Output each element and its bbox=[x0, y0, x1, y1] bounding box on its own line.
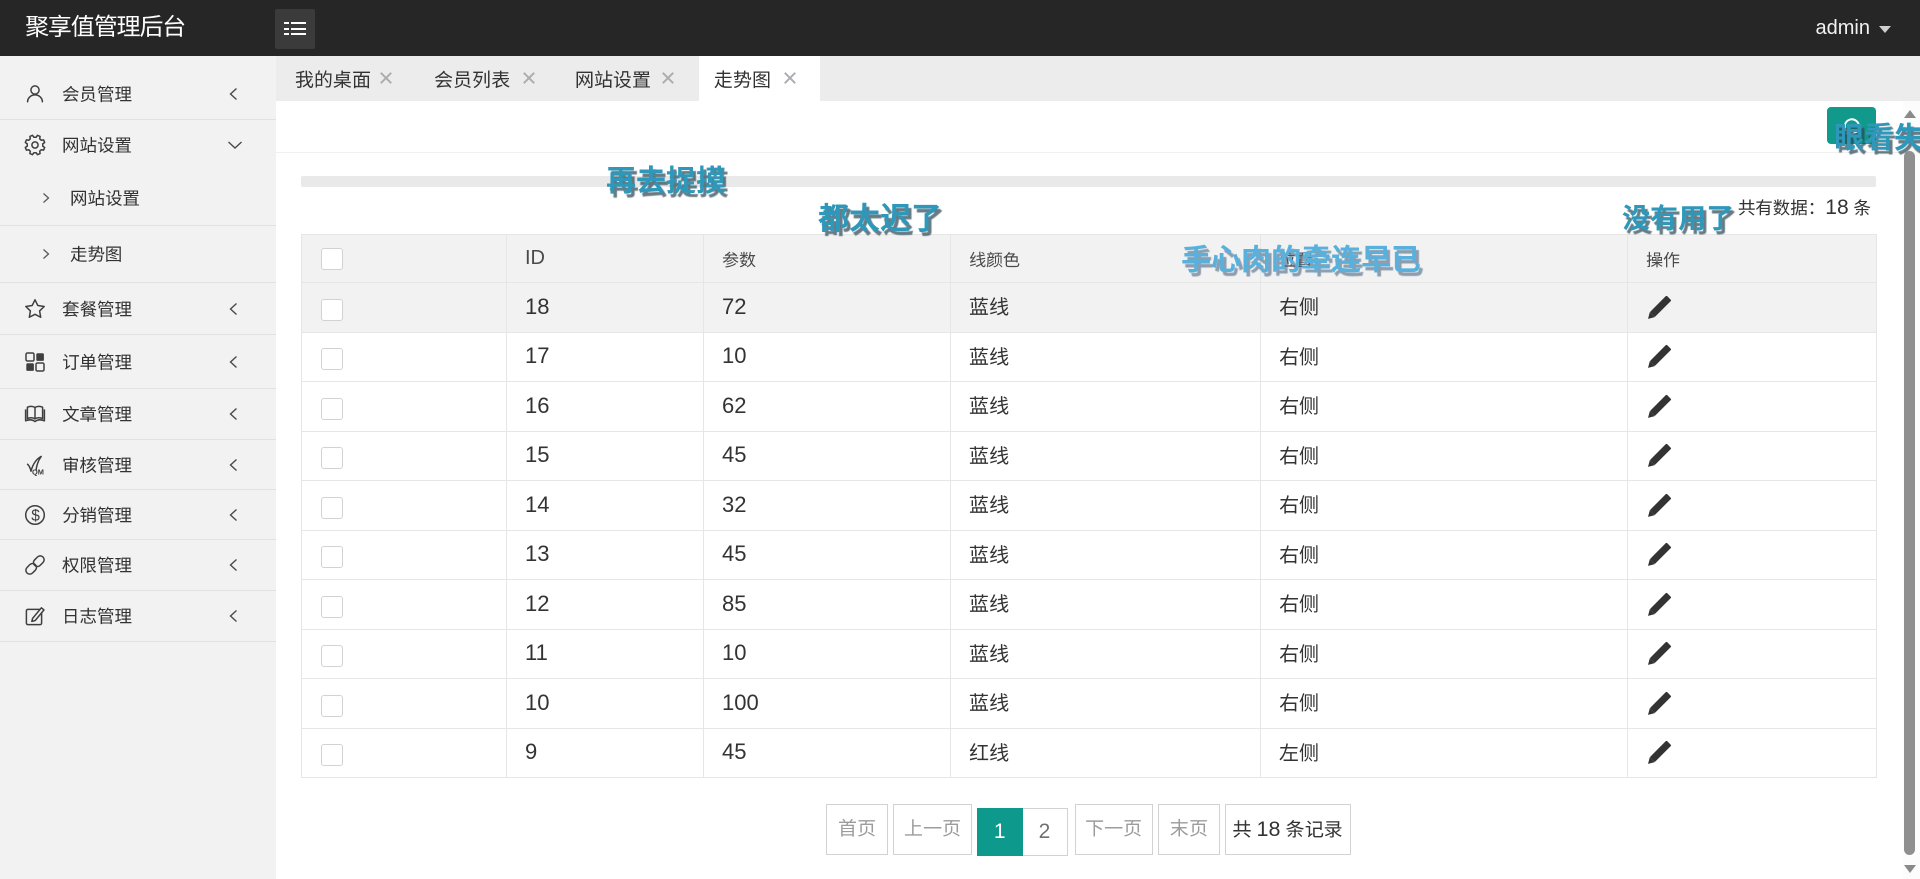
svg-text:QM: QM bbox=[32, 467, 44, 475]
svg-text:$: $ bbox=[31, 507, 40, 524]
